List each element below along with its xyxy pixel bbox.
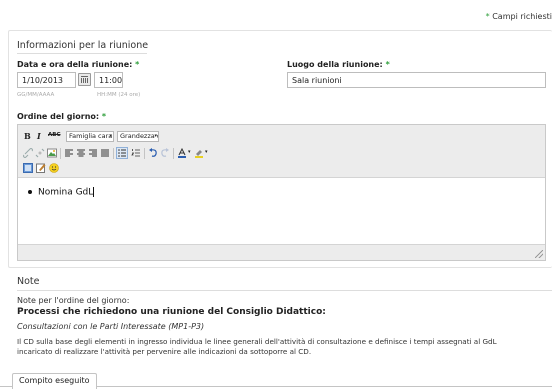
agenda-editor: B I ABC Famiglia cara ▾ Grandezza c ▾ ▾ … [17,124,546,261]
editor-statusbar [18,244,545,260]
bullet-list-icon[interactable] [116,147,128,159]
strikethrough-button[interactable]: ABC [48,132,61,138]
place-label-text: Luogo della riunione: [287,60,383,69]
align-justify-icon[interactable] [100,148,110,158]
chevron-down-icon: ▾ [154,133,157,139]
date-time-label: Data e ora della riunione: * [17,60,139,69]
align-left-icon[interactable] [64,148,74,158]
meeting-legend: Informazioni per la riunione [17,40,149,51]
notes-intro: Note per l'ordine del giorno: [17,296,130,305]
edit-document-icon[interactable] [36,163,46,173]
bullet-dot [28,190,32,194]
html-source-icon[interactable] [23,163,33,173]
notes-body-line2: incaricato di realizzare l'attività per … [17,347,312,356]
notes-divider [17,290,552,291]
toolbar-separator [60,148,61,159]
text-color-icon[interactable] [177,148,187,158]
italic-button[interactable]: I [37,131,41,141]
unlink-icon[interactable] [35,148,45,158]
image-icon[interactable] [47,148,57,158]
place-required-star: * [385,60,390,69]
font-size-select[interactable]: Grandezza c ▾ [117,131,159,142]
bold-button[interactable]: B [24,131,31,141]
date-required-star: * [135,60,140,69]
undo-icon[interactable] [148,148,158,158]
link-icon[interactable] [23,148,33,158]
agenda-item: Nomina GdL [28,187,95,198]
text-caret [93,187,95,197]
required-star: * [485,12,490,21]
agenda-required-star: * [101,112,107,121]
date-hint: GG/MM/AAAA [17,92,55,98]
font-family-value: Famiglia cara [69,132,113,140]
chevron-down-icon[interactable]: ▾ [188,149,191,155]
font-size-value: Grandezza c [120,132,159,140]
place-label: Luogo della riunione: * [287,60,390,69]
toolbar-separator [173,148,174,159]
chevron-down-icon[interactable]: ▾ [205,149,208,155]
place-input[interactable]: Sala riunioni [287,72,546,88]
calendar-icon[interactable] [78,73,91,86]
chevron-down-icon: ▾ [109,133,112,139]
required-fields-note: * Campi richiesti [486,12,552,21]
agenda-item-text: Nomina GdL [38,187,94,198]
align-center-icon[interactable] [76,148,86,158]
time-input[interactable]: 11:00 [94,72,123,88]
toolbar-separator [113,148,114,159]
redo-icon[interactable] [160,148,170,158]
notes-heading: Processi che richiedono una riunione del… [17,307,326,317]
date-input[interactable]: 1/10/2013 [17,72,76,88]
highlight-color-icon[interactable] [194,148,204,158]
align-right-icon[interactable] [88,148,98,158]
editor-toolbar: B I ABC Famiglia cara ▾ Grandezza c ▾ ▾ … [18,125,545,178]
required-note-text: Campi richiesti [492,12,552,21]
agenda-label: Ordine del giorno: * [17,112,106,121]
resize-handle-icon[interactable] [535,250,543,258]
legend-underline [17,53,147,54]
notes-body-line1: Il CD sulla base degli elementi in ingre… [17,337,497,346]
notes-title: Note [17,276,40,287]
font-family-select[interactable]: Famiglia cara ▾ [66,131,114,142]
notes-subheading: Consultazioni con le Parti Interessate (… [17,322,205,331]
editor-content-area[interactable]: Nomina GdL [18,179,545,244]
emoticon-icon[interactable] [49,163,59,173]
date-time-label-text: Data e ora della riunione: [17,60,133,69]
time-hint: HH:MM (24 ore) [97,92,141,98]
agenda-label-text: Ordine del giorno: [17,112,100,121]
toolbar-separator [144,148,145,159]
numbered-list-icon[interactable] [131,148,141,158]
